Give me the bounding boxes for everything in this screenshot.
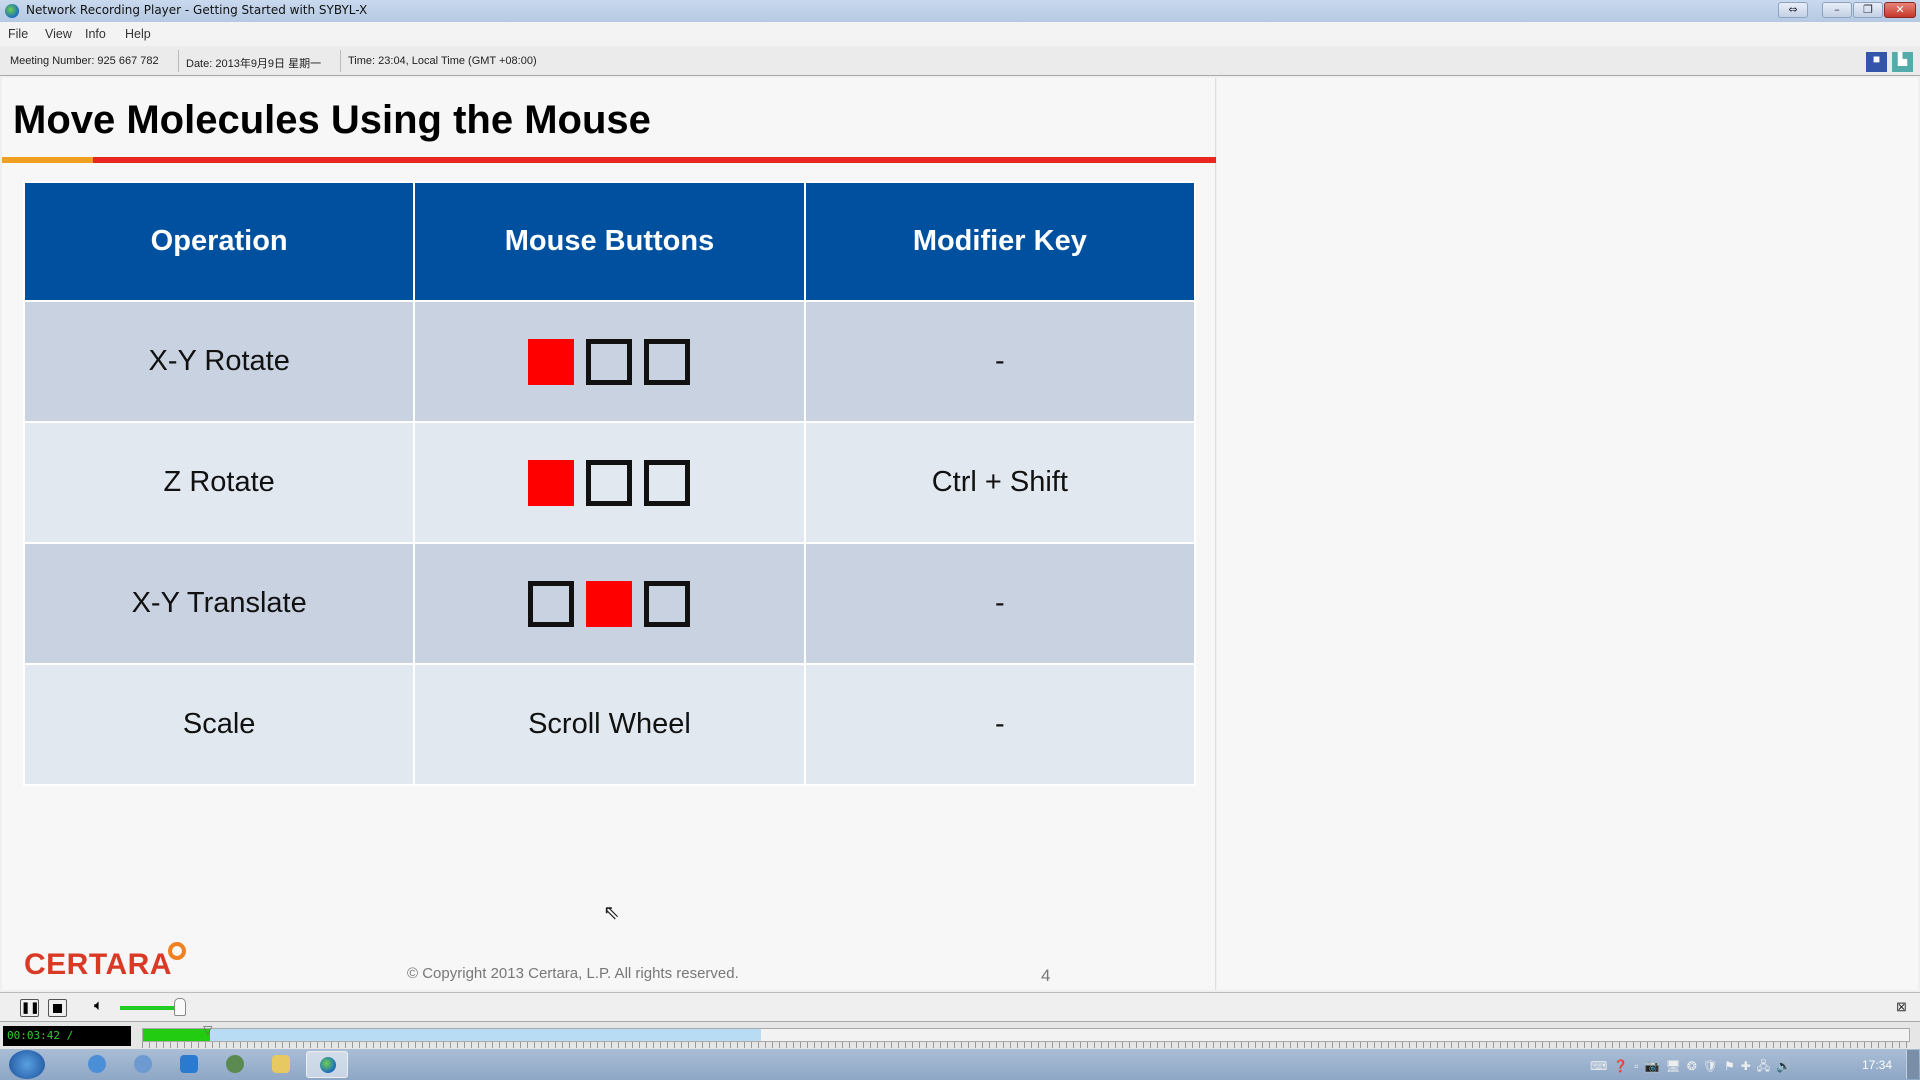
- title-bar: Network Recording Player - Getting Start…: [0, 0, 1920, 22]
- mouse-button-icon: [644, 338, 691, 385]
- volume-icon[interactable]: 🔈︎: [94, 997, 103, 1014]
- menu-view[interactable]: View: [45, 27, 72, 41]
- clock: 17:34: [1862, 1058, 1893, 1072]
- resize-button[interactable]: ⇔: [1778, 2, 1808, 18]
- copyright-text: © Copyright 2013 Certara, L.P. All right…: [407, 965, 739, 982]
- menu-file[interactable]: File: [8, 27, 28, 41]
- mouse-button-icon: [528, 580, 575, 627]
- maxthon-icon[interactable]: [180, 1055, 198, 1073]
- slide-title: Move Molecules Using the Mouse: [13, 98, 651, 142]
- meeting-number: Meeting Number: 925 667 782: [10, 55, 159, 67]
- pressed-mouse-button-icon: [528, 338, 575, 385]
- stop-button[interactable]: [48, 999, 67, 1017]
- mouse-button-icon: [644, 580, 691, 627]
- mouse-buttons-cell: Scroll Wheel: [413, 663, 806, 786]
- menu-bar: File View Info Help: [0, 22, 1920, 46]
- mouse-buttons-cell: [413, 421, 806, 544]
- operation-cell: Z Rotate: [22, 421, 416, 544]
- tray-icons[interactable]: ⌨❓▫📷🖥❂🛡⚑✚🖧🔊: [1590, 1057, 1797, 1078]
- operation-cell: X-Y Rotate: [22, 300, 416, 423]
- ie-icon[interactable]: [88, 1055, 106, 1073]
- modifier-cell: Ctrl + Shift: [803, 421, 1197, 544]
- seek-bar[interactable]: [142, 1028, 1910, 1042]
- side-panel: [1217, 78, 1918, 990]
- video-icon[interactable]: ■: [1866, 52, 1887, 72]
- accent-bar-orange: [2, 157, 93, 163]
- app-globe-icon: [5, 4, 19, 18]
- timeline-bar: 00:03:42 / 01:36:44 ▽: [0, 1021, 1920, 1062]
- explorer-icon[interactable]: [272, 1055, 290, 1073]
- table-row: Z Rotate Ctrl + Shift: [22, 421, 1197, 544]
- slides-icon[interactable]: ▙: [1892, 52, 1913, 72]
- modifier-cell: -: [803, 663, 1197, 786]
- mouse-button-icon: [586, 459, 633, 506]
- volume-slider-handle[interactable]: [174, 998, 186, 1016]
- window-title: Network Recording Player - Getting Start…: [26, 3, 368, 17]
- show-desktop-button[interactable]: [1906, 1050, 1919, 1079]
- operation-cell: Scale: [22, 663, 416, 786]
- mouse-buttons-cell: [413, 542, 806, 665]
- seek-ticks: [142, 1042, 1910, 1048]
- menu-help[interactable]: Help: [125, 27, 151, 41]
- close-panel-icon[interactable]: ⊠: [1896, 999, 1907, 1015]
- header-mouse-buttons: Mouse Buttons: [413, 181, 806, 302]
- menu-info[interactable]: Info: [85, 27, 106, 41]
- start-button[interactable]: [9, 1050, 45, 1079]
- table-row: X-Y Translate -: [22, 542, 1197, 665]
- certara-logo: CERTARA: [24, 942, 186, 982]
- buffered-fill: [143, 1029, 762, 1041]
- modifier-cell: -: [803, 542, 1197, 665]
- pause-button[interactable]: ❚❚: [20, 999, 39, 1017]
- meeting-time: Time: 23:04, Local Time (GMT +08:00): [348, 55, 537, 67]
- restore-button[interactable]: ❐: [1853, 2, 1883, 18]
- operation-cell: X-Y Translate: [22, 542, 416, 665]
- pressed-mouse-button-icon: [586, 580, 633, 627]
- taskbar: ⌨❓▫📷🖥❂🛡⚑✚🖧🔊 17:34: [0, 1049, 1920, 1080]
- page-number: 4: [1041, 966, 1051, 985]
- pressed-mouse-button-icon: [528, 459, 575, 506]
- modifier-cell: -: [803, 300, 1197, 423]
- playback-time: 00:03:42 / 01:36:44: [3, 1026, 131, 1062]
- accent-bar-red: [93, 157, 1216, 163]
- mouse-operations-table: Operation Mouse Buttons Modifier Key X-Y…: [22, 181, 1197, 786]
- header-modifier-key: Modifier Key: [803, 181, 1197, 302]
- table-row: X-Y Rotate -: [22, 300, 1197, 423]
- meeting-info-bar: Meeting Number: 925 667 782 Date: 2013年9…: [0, 46, 1920, 76]
- close-button[interactable]: ✕: [1884, 2, 1916, 18]
- meeting-date: Date: 2013年9月9日 星期一: [186, 58, 322, 70]
- taskbar-player-button[interactable]: [306, 1051, 348, 1078]
- mouse-button-icon: [586, 338, 633, 385]
- progress-fill: [143, 1029, 211, 1041]
- volume-slider[interactable]: [120, 1006, 180, 1010]
- seek-handle[interactable]: ▽: [203, 1023, 212, 1037]
- table-row: Scale Scroll Wheel -: [22, 663, 1197, 786]
- mouse-cursor-icon: ⇖: [603, 902, 620, 924]
- minimize-button[interactable]: –: [1822, 2, 1852, 18]
- mouse-button-icon: [644, 459, 691, 506]
- app-icon[interactable]: [226, 1055, 244, 1073]
- header-operation: Operation: [22, 181, 416, 302]
- playback-controls: ❚❚ 🔈︎ ⊠: [0, 992, 1920, 1021]
- mouse-buttons-cell: [413, 300, 806, 423]
- app-icon[interactable]: [134, 1055, 152, 1073]
